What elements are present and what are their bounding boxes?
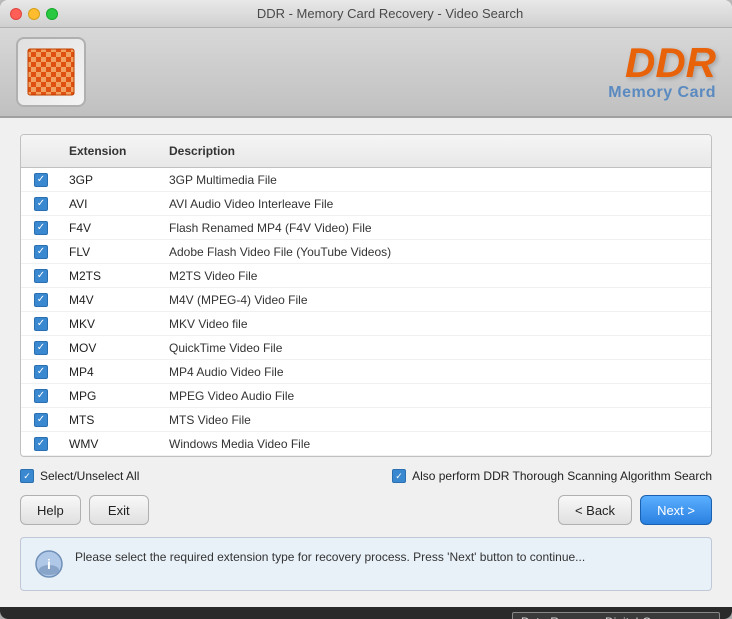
header: DDR Memory Card bbox=[0, 28, 732, 118]
bottom-controls: Select/Unselect All Also perform DDR Tho… bbox=[20, 469, 712, 483]
select-all-checkbox[interactable] bbox=[20, 469, 34, 483]
checkbox-checked bbox=[34, 221, 48, 235]
exit-button[interactable]: Exit bbox=[89, 495, 149, 525]
table-row[interactable]: WMVWindows Media Video File bbox=[21, 432, 711, 456]
row-description: MTS Video File bbox=[161, 410, 711, 430]
row-extension: MPG bbox=[61, 386, 161, 406]
table-row[interactable]: MP4MP4 Audio Video File bbox=[21, 360, 711, 384]
app-logo bbox=[16, 37, 86, 107]
table-row[interactable]: AVIAVI Audio Video Interleave File bbox=[21, 192, 711, 216]
row-checkbox[interactable] bbox=[21, 243, 61, 261]
col-ext-header: Extension bbox=[61, 140, 161, 162]
brand-ddr: DDR bbox=[608, 42, 716, 84]
footer-link[interactable]: Data-Recovery-Digital-Camera.com bbox=[512, 612, 720, 619]
table-row[interactable]: F4VFlash Renamed MP4 (F4V Video) File bbox=[21, 216, 711, 240]
info-icon: i bbox=[33, 548, 65, 580]
buttons-row: Help Exit < Back Next > bbox=[20, 495, 712, 525]
title-bar: DDR - Memory Card Recovery - Video Searc… bbox=[0, 0, 732, 28]
row-checkbox[interactable] bbox=[21, 339, 61, 357]
logo-icon bbox=[26, 47, 76, 97]
row-description: Flash Renamed MP4 (F4V Video) File bbox=[161, 218, 711, 238]
row-description: MPEG Video Audio File bbox=[161, 386, 711, 406]
table-row[interactable]: MOVQuickTime Video File bbox=[21, 336, 711, 360]
table-row[interactable]: MTSMTS Video File bbox=[21, 408, 711, 432]
checkbox-checked bbox=[34, 413, 48, 427]
help-button[interactable]: Help bbox=[20, 495, 81, 525]
row-checkbox[interactable] bbox=[21, 195, 61, 213]
footer: Data-Recovery-Digital-Camera.com bbox=[0, 607, 732, 619]
row-extension: MTS bbox=[61, 410, 161, 430]
row-description: M4V (MPEG-4) Video File bbox=[161, 290, 711, 310]
row-extension: MP4 bbox=[61, 362, 161, 382]
thorough-scan-checkbox[interactable] bbox=[392, 469, 406, 483]
row-checkbox[interactable] bbox=[21, 387, 61, 405]
minimize-button[interactable] bbox=[28, 8, 40, 20]
row-checkbox[interactable] bbox=[21, 435, 61, 453]
file-type-table: Extension Description 3GP3GP Multimedia … bbox=[20, 134, 712, 457]
checkbox-checked bbox=[34, 389, 48, 403]
row-extension: WMV bbox=[61, 434, 161, 454]
table-header: Extension Description bbox=[21, 135, 711, 168]
row-checkbox[interactable] bbox=[21, 219, 61, 237]
row-extension: M4V bbox=[61, 290, 161, 310]
col-check bbox=[21, 140, 61, 162]
checkbox-checked bbox=[34, 293, 48, 307]
checkbox-checked bbox=[34, 197, 48, 211]
row-extension: MOV bbox=[61, 338, 161, 358]
row-extension: F4V bbox=[61, 218, 161, 238]
row-checkbox[interactable] bbox=[21, 411, 61, 429]
window-title: DDR - Memory Card Recovery - Video Searc… bbox=[58, 6, 722, 21]
table-row[interactable]: M2TSM2TS Video File bbox=[21, 264, 711, 288]
select-all-label: Select/Unselect All bbox=[40, 469, 139, 483]
checkbox-checked bbox=[34, 437, 48, 451]
table-row[interactable]: MPGMPEG Video Audio File bbox=[21, 384, 711, 408]
table-row[interactable]: FLVAdobe Flash Video File (YouTube Video… bbox=[21, 240, 711, 264]
table-row[interactable]: MKVMKV Video file bbox=[21, 312, 711, 336]
info-text: Please select the required extension typ… bbox=[75, 548, 585, 566]
checkbox-checked bbox=[34, 365, 48, 379]
main-content: Extension Description 3GP3GP Multimedia … bbox=[0, 118, 732, 607]
row-extension: 3GP bbox=[61, 170, 161, 190]
row-description: M2TS Video File bbox=[161, 266, 711, 286]
row-extension: MKV bbox=[61, 314, 161, 334]
row-checkbox[interactable] bbox=[21, 291, 61, 309]
row-description: Adobe Flash Video File (YouTube Videos) bbox=[161, 242, 711, 262]
thorough-scan-area[interactable]: Also perform DDR Thorough Scanning Algor… bbox=[392, 469, 712, 483]
row-extension: M2TS bbox=[61, 266, 161, 286]
col-desc-header: Description bbox=[161, 140, 711, 162]
checkbox-checked bbox=[34, 317, 48, 331]
close-button[interactable] bbox=[10, 8, 22, 20]
back-button[interactable]: < Back bbox=[558, 495, 632, 525]
row-description: MKV Video file bbox=[161, 314, 711, 334]
table-body: 3GP3GP Multimedia FileAVIAVI Audio Video… bbox=[21, 168, 711, 456]
select-all-area[interactable]: Select/Unselect All bbox=[20, 469, 139, 483]
row-checkbox[interactable] bbox=[21, 267, 61, 285]
brand-sub: Memory Card bbox=[608, 84, 716, 102]
row-description: QuickTime Video File bbox=[161, 338, 711, 358]
checkbox-checked bbox=[34, 245, 48, 259]
checkbox-checked bbox=[34, 269, 48, 283]
svg-text:i: i bbox=[47, 556, 51, 572]
thorough-scan-label: Also perform DDR Thorough Scanning Algor… bbox=[412, 469, 712, 483]
row-checkbox[interactable] bbox=[21, 363, 61, 381]
row-extension: AVI bbox=[61, 194, 161, 214]
row-description: 3GP Multimedia File bbox=[161, 170, 711, 190]
checkbox-checked bbox=[34, 341, 48, 355]
row-checkbox[interactable] bbox=[21, 315, 61, 333]
info-bar: i Please select the required extension t… bbox=[20, 537, 712, 591]
maximize-button[interactable] bbox=[46, 8, 58, 20]
next-button[interactable]: Next > bbox=[640, 495, 712, 525]
traffic-lights bbox=[10, 8, 58, 20]
table-row[interactable]: 3GP3GP Multimedia File bbox=[21, 168, 711, 192]
table-row[interactable]: M4VM4V (MPEG-4) Video File bbox=[21, 288, 711, 312]
checkbox-checked bbox=[34, 173, 48, 187]
row-description: MP4 Audio Video File bbox=[161, 362, 711, 382]
row-description: AVI Audio Video Interleave File bbox=[161, 194, 711, 214]
row-description: Windows Media Video File bbox=[161, 434, 711, 454]
brand-area: DDR Memory Card bbox=[608, 42, 716, 102]
main-window: DDR - Memory Card Recovery - Video Searc… bbox=[0, 0, 732, 619]
row-checkbox[interactable] bbox=[21, 171, 61, 189]
row-extension: FLV bbox=[61, 242, 161, 262]
